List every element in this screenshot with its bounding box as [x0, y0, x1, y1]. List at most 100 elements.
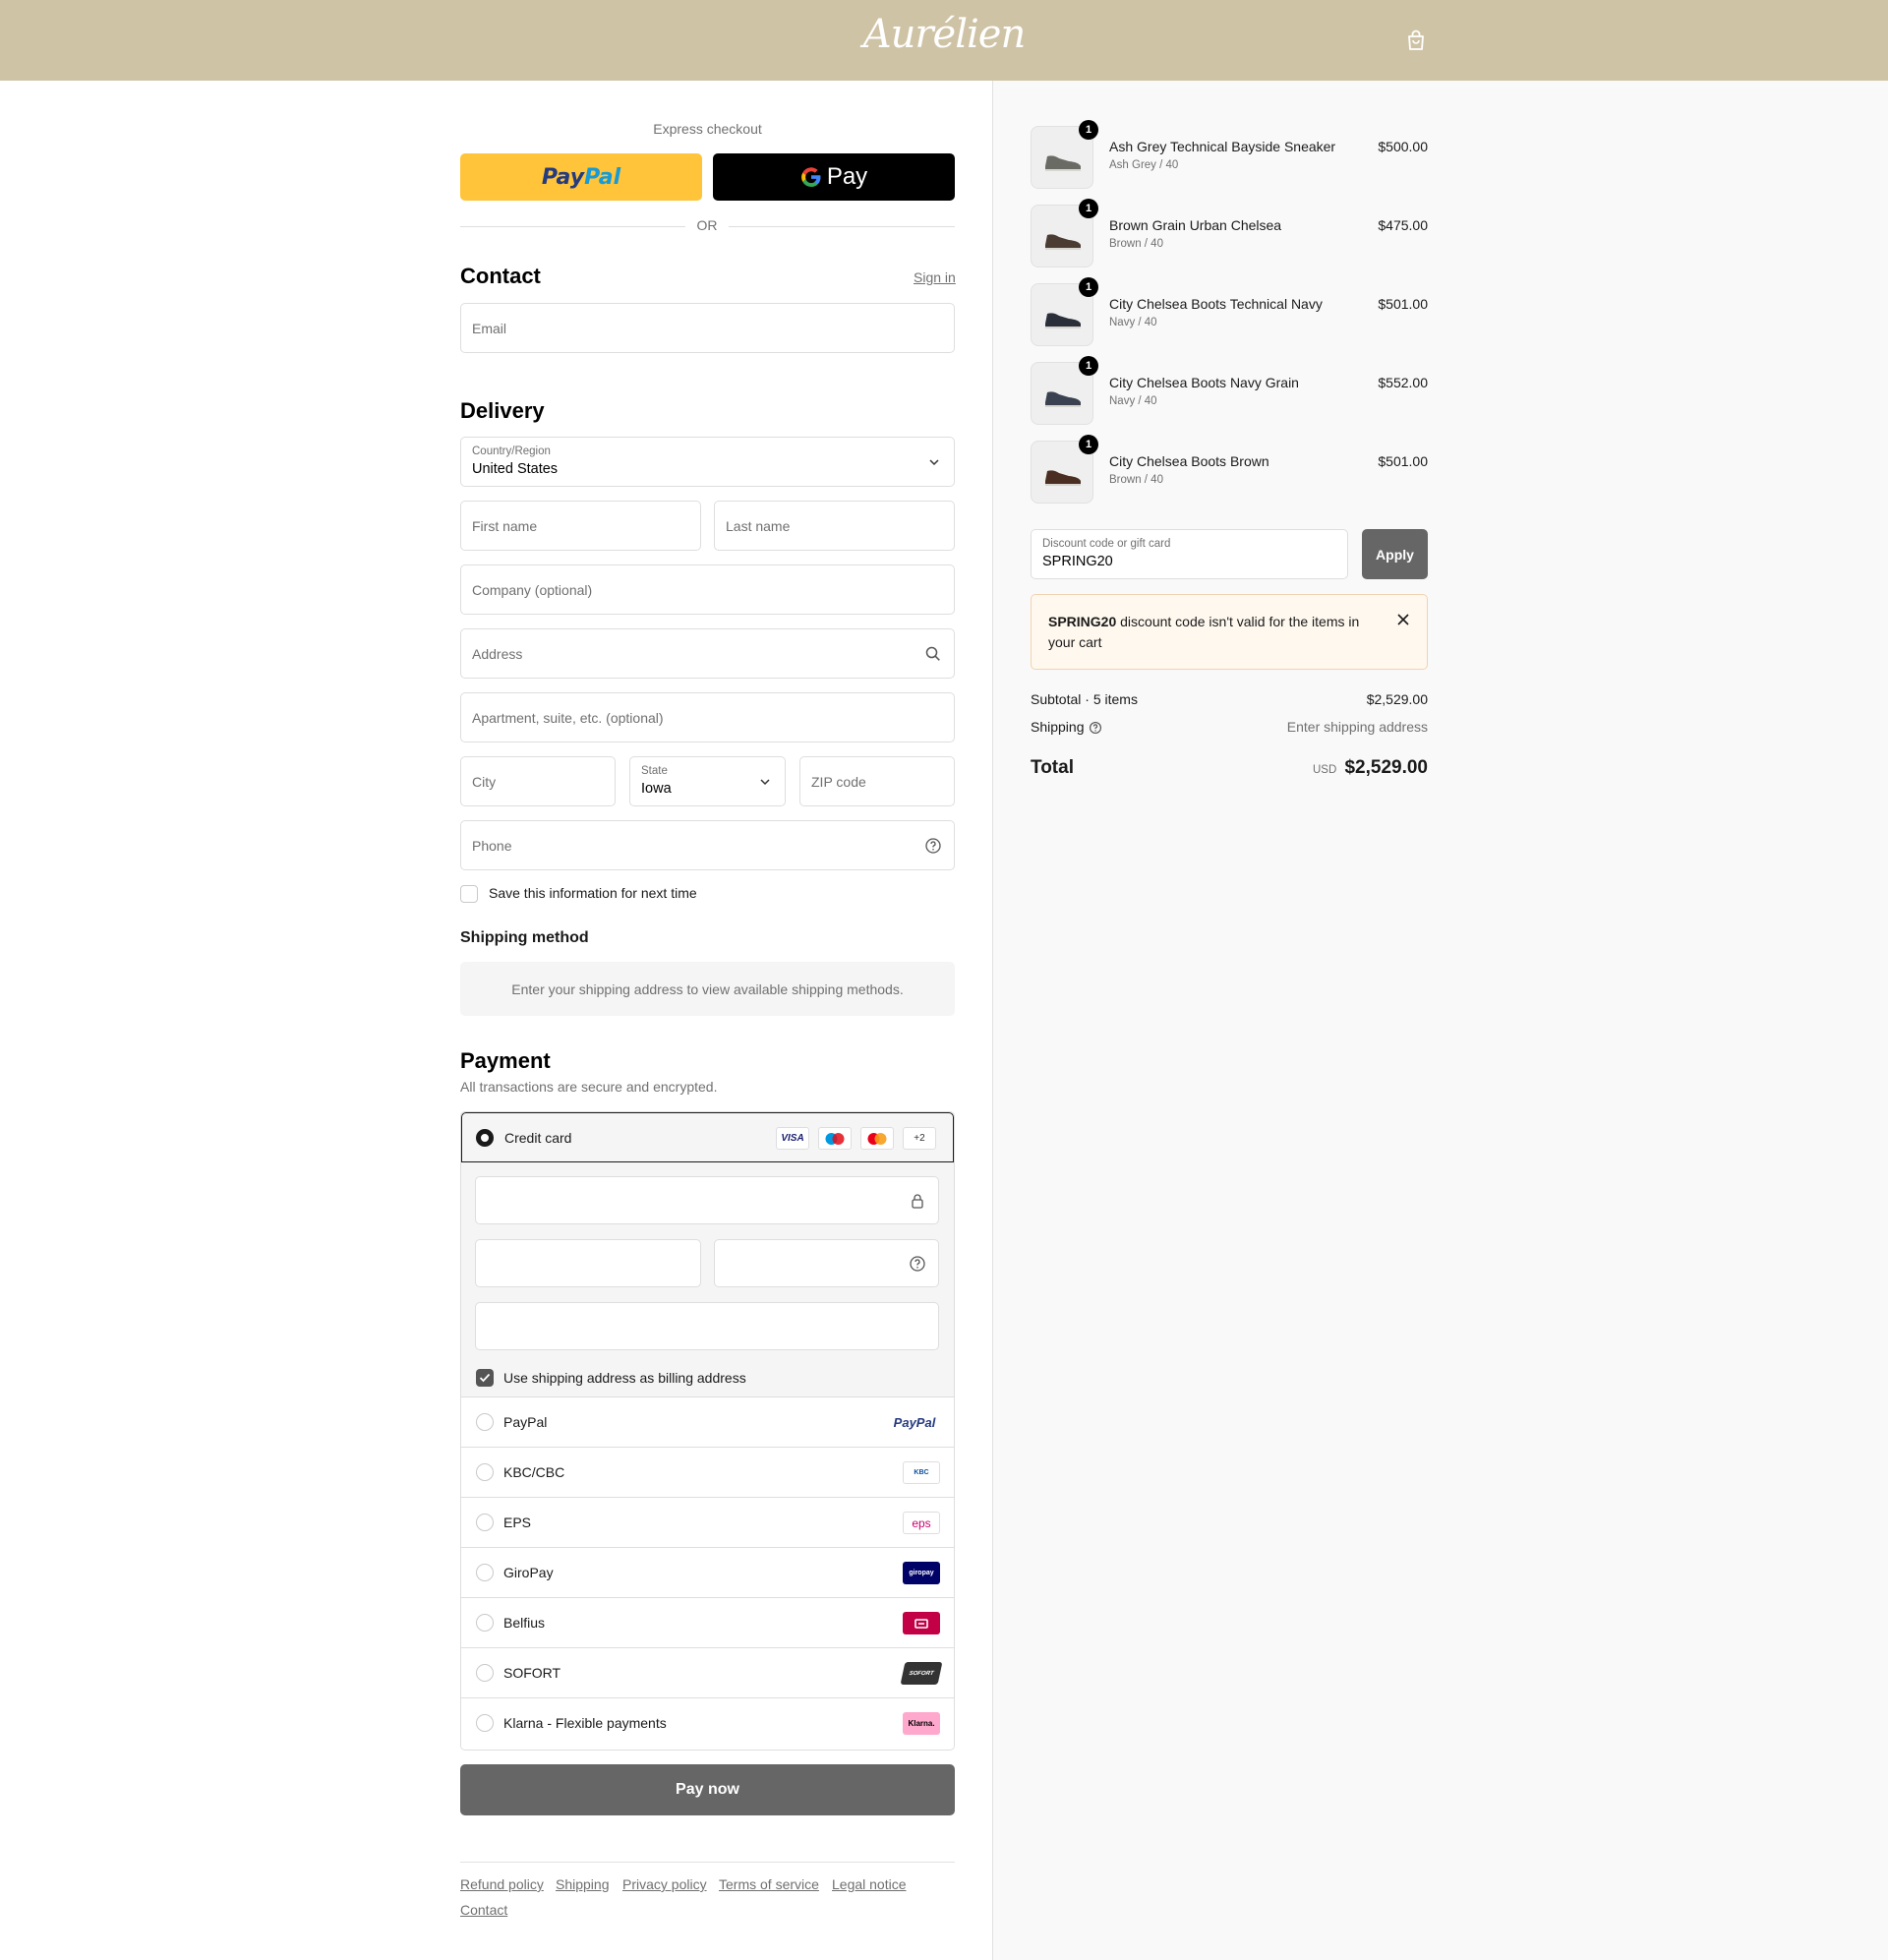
- state-label: State: [641, 765, 668, 777]
- belfius-logo-icon: [903, 1612, 940, 1634]
- divider: [460, 1862, 955, 1863]
- belfius-radio[interactable]: [476, 1614, 494, 1632]
- name-on-card-field[interactable]: [475, 1302, 939, 1350]
- product-name: Brown Grain Urban Chelsea: [1109, 217, 1282, 233]
- country-select[interactable]: Country/Region United States: [460, 437, 955, 487]
- payment-option-kbc[interactable]: KBC/CBC KBC: [461, 1448, 954, 1498]
- first-name-placeholder: First name: [472, 517, 538, 534]
- total-label: Total: [1031, 757, 1074, 778]
- last-name-placeholder: Last name: [726, 517, 791, 534]
- sofort-radio[interactable]: [476, 1664, 494, 1682]
- city-placeholder: City: [472, 773, 497, 790]
- privacy-policy-link[interactable]: Privacy policy: [622, 1876, 707, 1892]
- product-price: $552.00: [1378, 375, 1428, 390]
- country-label: Country/Region: [472, 445, 551, 457]
- payment-option-sofort[interactable]: SOFORT SOFORT: [461, 1648, 954, 1698]
- card-number-field[interactable]: [475, 1176, 939, 1224]
- checkmark-icon: [479, 1373, 491, 1383]
- pay-now-button[interactable]: Pay now: [460, 1764, 955, 1815]
- visa-icon: VISA: [776, 1127, 809, 1150]
- maestro-icon: [818, 1127, 852, 1150]
- company-placeholder: Company (optional): [472, 581, 593, 598]
- quantity-badge: 1: [1079, 356, 1098, 376]
- search-icon[interactable]: [924, 645, 942, 663]
- payment-option-belfius[interactable]: Belfius: [461, 1598, 954, 1648]
- or-divider-text: OR: [685, 217, 729, 233]
- paypal-express-button[interactable]: Pay Pal: [460, 153, 702, 201]
- last-name-field[interactable]: Last name: [714, 501, 955, 551]
- eps-radio[interactable]: [476, 1514, 494, 1531]
- credit-card-radio[interactable]: [476, 1129, 494, 1147]
- klarna-logo-icon: Klarna.: [903, 1712, 940, 1735]
- credit-card-label: Credit card: [504, 1130, 572, 1146]
- lock-icon: [912, 1193, 923, 1209]
- apartment-field[interactable]: Apartment, suite, etc. (optional): [460, 692, 955, 742]
- close-icon[interactable]: [1396, 613, 1410, 626]
- payment-option-label: Belfius: [503, 1615, 546, 1631]
- help-circle-icon[interactable]: [924, 837, 942, 855]
- apply-discount-button[interactable]: Apply: [1362, 529, 1428, 579]
- quantity-badge: 1: [1079, 277, 1098, 297]
- email-field[interactable]: Email: [460, 303, 955, 353]
- payment-option-label: Klarna - Flexible payments: [503, 1715, 667, 1731]
- google-pay-label: Pay: [826, 163, 868, 190]
- klarna-radio[interactable]: [476, 1714, 494, 1732]
- first-name-field[interactable]: First name: [460, 501, 701, 551]
- billing-same-label[interactable]: Use shipping address as billing address: [503, 1370, 746, 1386]
- paypal-radio[interactable]: [476, 1413, 494, 1431]
- shipping-method-title: Shipping method: [460, 929, 589, 946]
- help-circle-icon[interactable]: [909, 1255, 926, 1273]
- payment-option-label: EPS: [503, 1515, 532, 1530]
- header: Aurélien: [0, 0, 1888, 81]
- chevron-down-icon: [760, 778, 770, 785]
- terms-of-service-link[interactable]: Terms of service: [719, 1876, 819, 1892]
- phone-placeholder: Phone: [472, 837, 512, 854]
- shopping-bag-icon[interactable]: [1405, 29, 1427, 52]
- credit-card-form: Use shipping address as billing address: [461, 1162, 954, 1397]
- discount-code-field[interactable]: Discount code or gift card SPRING20: [1031, 529, 1348, 579]
- payment-option-klarna[interactable]: Klarna - Flexible payments Klarna.: [461, 1698, 954, 1749]
- save-info-label[interactable]: Save this information for next time: [489, 885, 697, 901]
- address-field[interactable]: Address: [460, 628, 955, 679]
- city-field[interactable]: City: [460, 756, 616, 806]
- shipping-label: Shipping: [1031, 719, 1085, 735]
- paypal-logo-icon: PayPal: [893, 1415, 936, 1430]
- expiration-date-field[interactable]: [475, 1239, 701, 1287]
- payment-option-giropay[interactable]: GiroPay giropay: [461, 1548, 954, 1598]
- refund-policy-link[interactable]: Refund policy: [460, 1876, 544, 1892]
- security-code-field[interactable]: [714, 1239, 939, 1287]
- google-pay-button[interactable]: Pay: [713, 153, 955, 201]
- sign-in-link[interactable]: Sign in: [914, 269, 956, 285]
- country-value: United States: [472, 461, 559, 477]
- phone-field[interactable]: Phone: [460, 820, 955, 870]
- save-info-checkbox[interactable]: [460, 885, 478, 903]
- state-select[interactable]: State Iowa: [629, 756, 786, 806]
- payment-option-eps[interactable]: EPS eps: [461, 1498, 954, 1548]
- billing-same-checkbox[interactable]: [476, 1369, 494, 1387]
- kbc-logo-icon: KBC: [903, 1461, 940, 1484]
- company-field[interactable]: Company (optional): [460, 564, 955, 615]
- product-name: City Chelsea Boots Navy Grain: [1109, 375, 1299, 390]
- subtotal-label: Subtotal · 5 items: [1031, 691, 1138, 707]
- giropay-radio[interactable]: [476, 1564, 494, 1581]
- subtotal-value: $2,529.00: [1366, 691, 1428, 707]
- order-summary-panel: [992, 81, 1888, 1960]
- credit-card-option[interactable]: Credit card VISA +2: [461, 1112, 954, 1162]
- shipping-policy-link[interactable]: Shipping: [556, 1876, 610, 1892]
- shipping-value: Enter shipping address: [1286, 719, 1428, 735]
- google-g-icon: [800, 167, 821, 188]
- kbc-radio[interactable]: [476, 1463, 494, 1481]
- giropay-logo-icon: giropay: [903, 1562, 940, 1584]
- help-circle-icon[interactable]: [1089, 721, 1102, 735]
- product-variant: Brown / 40: [1109, 474, 1163, 486]
- product-name: City Chelsea Boots Brown: [1109, 453, 1269, 469]
- legal-notice-link[interactable]: Legal notice: [832, 1876, 907, 1892]
- contact-link[interactable]: Contact: [460, 1902, 507, 1918]
- payment-option-paypal[interactable]: PayPal PayPal: [461, 1397, 954, 1448]
- product-variant: Navy / 40: [1109, 317, 1157, 328]
- sofort-logo-icon: SOFORT: [900, 1662, 943, 1685]
- alert-code: SPRING20: [1048, 614, 1117, 629]
- zip-field[interactable]: ZIP code: [799, 756, 955, 806]
- mastercard-icon: [860, 1127, 894, 1150]
- store-logo[interactable]: Aurélien: [0, 12, 1888, 57]
